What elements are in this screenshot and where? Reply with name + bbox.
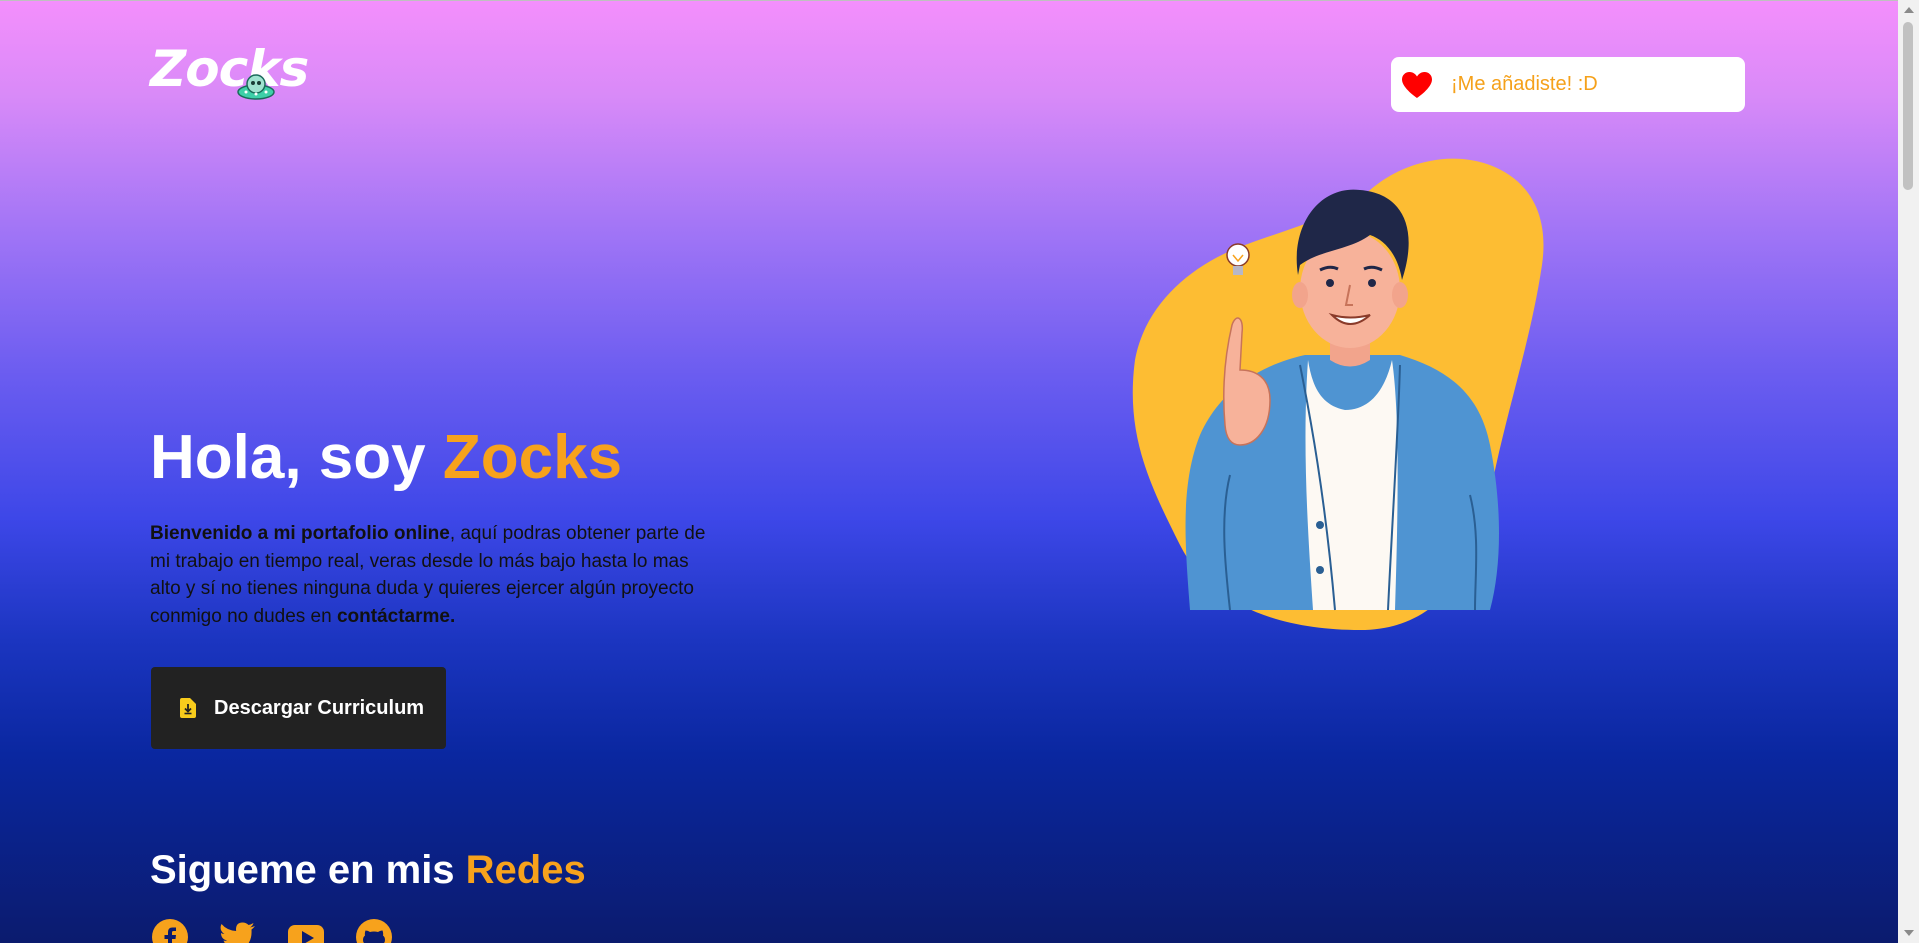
scroll-down-arrow[interactable] xyxy=(1904,930,1914,936)
scroll-up-arrow[interactable] xyxy=(1904,7,1914,13)
social-title-accent: Redes xyxy=(465,848,586,892)
ufo-icon xyxy=(237,74,275,100)
download-cv-button[interactable]: Descargar Curriculum xyxy=(151,667,446,749)
favorite-text: ¡Me añadiste! :D xyxy=(1451,73,1598,95)
github-icon[interactable] xyxy=(355,918,393,943)
top-border xyxy=(0,0,1898,1)
scroll-thumb[interactable] xyxy=(1903,22,1913,190)
social-title-prefix: Sigueme en mis xyxy=(150,848,466,892)
hero-desc-bold-2[interactable]: contáctarme. xyxy=(337,606,455,627)
logo-text: Zocks xyxy=(150,40,309,98)
file-download-icon xyxy=(180,698,196,718)
scrollbar[interactable] xyxy=(1898,0,1919,943)
hero-title-name: Zocks xyxy=(442,423,623,492)
youtube-icon[interactable] xyxy=(287,918,325,943)
twitter-icon[interactable] xyxy=(219,918,257,943)
download-cv-label: Descargar Curriculum xyxy=(214,696,425,719)
facebook-icon[interactable] xyxy=(151,918,189,943)
hero-description: Bienvenido a mi portafolio online, aquí … xyxy=(150,520,720,630)
social-title: Sigueme en mis Redes xyxy=(150,848,586,893)
hero-desc-bold-1: Bienvenido a mi portafolio online xyxy=(150,523,450,544)
hero-illustration xyxy=(1132,158,1544,630)
page: Zocks ¡Me añadiste! :D Hola, soy Zocks B… xyxy=(0,0,1898,943)
logo[interactable]: Zocks xyxy=(150,40,309,104)
favorite-notice[interactable]: ¡Me añadiste! :D xyxy=(1391,57,1745,112)
hero-title: Hola, soy Zocks xyxy=(150,422,622,493)
heart-icon xyxy=(1402,71,1432,98)
hero-title-prefix: Hola, soy xyxy=(150,423,443,492)
social-icons xyxy=(151,918,393,943)
